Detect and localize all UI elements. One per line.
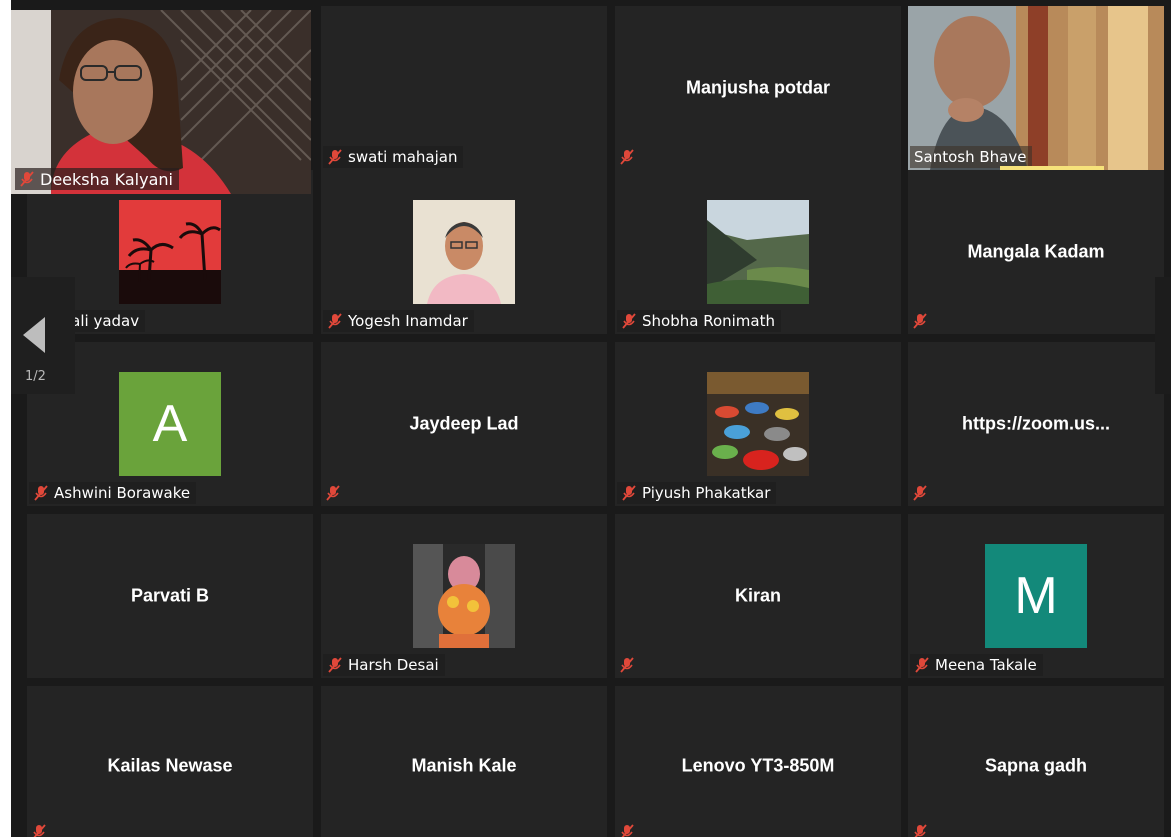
page-indicator: 1/2: [25, 369, 46, 384]
muted-mic-icon: [34, 485, 48, 501]
participant-tile-manjusha-potdar[interactable]: Manjusha potdar: [615, 6, 901, 170]
participant-display-name: Sapna gadh: [984, 755, 1087, 776]
profile-picture: [707, 200, 809, 304]
participant-name: Yogesh Inamdar: [348, 312, 468, 330]
muted-mic-icon: [328, 313, 342, 329]
participant-name: swati mahajan: [348, 148, 458, 166]
initial-avatar: A: [119, 372, 221, 476]
window-left-margin: [0, 0, 11, 837]
participant-display-name: Kailas Newase: [107, 755, 233, 776]
participant-tile-kailas-newase[interactable]: Kailas Newase: [27, 686, 313, 837]
chevron-left-icon: [23, 317, 45, 353]
initial-avatar: M: [985, 544, 1087, 648]
muted-mic-icon: [621, 824, 634, 837]
participant-tile-parvati-b[interactable]: Parvati B: [27, 514, 313, 678]
participant-label: [29, 821, 54, 837]
participant-name: Meena Takale: [935, 656, 1037, 674]
participant-label: Shobha Ronimath: [617, 310, 781, 332]
muted-mic-icon: [620, 149, 634, 165]
participant-display-name: Jaydeep Lad: [409, 413, 519, 434]
participant-label: [617, 654, 642, 676]
muted-mic-icon: [622, 485, 636, 501]
profile-picture: [707, 372, 809, 476]
participant-tile-swati-mahajan[interactable]: swati mahajan: [321, 6, 607, 170]
previous-page-button[interactable]: 1/2: [11, 277, 75, 394]
participant-tile-shobha-ronimath[interactable]: Shobha Ronimath: [615, 170, 901, 334]
muted-mic-icon: [326, 485, 340, 501]
participant-tile-mangala-kadam[interactable]: Mangala Kadam: [908, 170, 1164, 334]
participant-name: Piyush Phakatkar: [642, 484, 771, 502]
participant-tile-zoom-link[interactable]: https://zoom.us...: [908, 342, 1164, 506]
participant-tile-lenovo-yt3[interactable]: Lenovo YT3-850M: [615, 686, 901, 837]
participant-display-name: Lenovo YT3-850M: [681, 755, 835, 776]
participant-display-name: Kiran: [734, 585, 781, 606]
muted-mic-icon: [914, 824, 927, 837]
muted-mic-icon: [913, 313, 927, 329]
profile-picture: [413, 544, 515, 648]
participant-name: Deeksha Kalyani: [40, 169, 173, 189]
muted-mic-icon: [33, 824, 46, 837]
muted-mic-icon: [328, 149, 342, 165]
participant-tile-kiran[interactable]: Kiran: [615, 514, 901, 678]
participant-name: Shobha Ronimath: [642, 312, 775, 330]
participant-label: Santosh Bhave: [910, 146, 1033, 168]
participant-video: [11, 10, 311, 194]
participant-label: Yogesh Inamdar: [323, 310, 474, 332]
profile-picture: [119, 200, 221, 304]
participant-tile-yogesh-inamdar[interactable]: Yogesh Inamdar: [321, 170, 607, 334]
participant-label: Meena Takale: [910, 654, 1043, 676]
participant-name: Harsh Desai: [348, 656, 439, 674]
muted-mic-icon: [20, 171, 34, 187]
participant-label: swati mahajan: [323, 146, 464, 168]
participant-label: Harsh Desai: [323, 654, 445, 676]
participant-label: Piyush Phakatkar: [617, 482, 777, 504]
participant-label: [910, 310, 935, 332]
participant-display-name: Parvati B: [130, 585, 210, 606]
participant-tile-meena-takale[interactable]: M Meena Takale: [908, 514, 1164, 678]
participant-display-name: Manish Kale: [411, 755, 517, 776]
participant-display-name: Mangala Kadam: [967, 241, 1105, 262]
participant-label: [617, 146, 642, 168]
participant-tile-piyush-phakatkar[interactable]: Piyush Phakatkar: [615, 342, 901, 506]
participant-tile-jaydeep-lad[interactable]: Jaydeep Lad: [321, 342, 607, 506]
muted-mic-icon: [915, 657, 929, 673]
next-page-handle[interactable]: [1155, 277, 1171, 394]
participant-name: Ashwini Borawake: [54, 484, 191, 502]
participant-label: [910, 482, 935, 504]
participant-label: [323, 482, 348, 504]
participant-label: [617, 821, 642, 837]
participant-tile-sapna-gadh[interactable]: Sapna gadh: [908, 686, 1164, 837]
muted-mic-icon: [328, 657, 342, 673]
profile-picture: [413, 200, 515, 304]
participant-label: Deeksha Kalyani: [15, 168, 179, 190]
participant-label: [910, 821, 935, 837]
participant-tile-santosh-bhave[interactable]: Santosh Bhave: [908, 6, 1164, 170]
participant-tile-harsh-desai[interactable]: Harsh Desai: [321, 514, 607, 678]
muted-mic-icon: [622, 313, 636, 329]
self-view-video[interactable]: Deeksha Kalyani: [11, 10, 311, 194]
participant-display-name: Manjusha potdar: [685, 77, 830, 98]
participant-tile-manish-kale[interactable]: Manish Kale: [321, 686, 607, 837]
muted-mic-icon: [913, 485, 927, 501]
participant-label: Ashwini Borawake: [29, 482, 197, 504]
muted-mic-icon: [620, 657, 634, 673]
participant-display-name: https://zoom.us...: [962, 413, 1110, 434]
participant-name: Santosh Bhave: [914, 148, 1027, 166]
